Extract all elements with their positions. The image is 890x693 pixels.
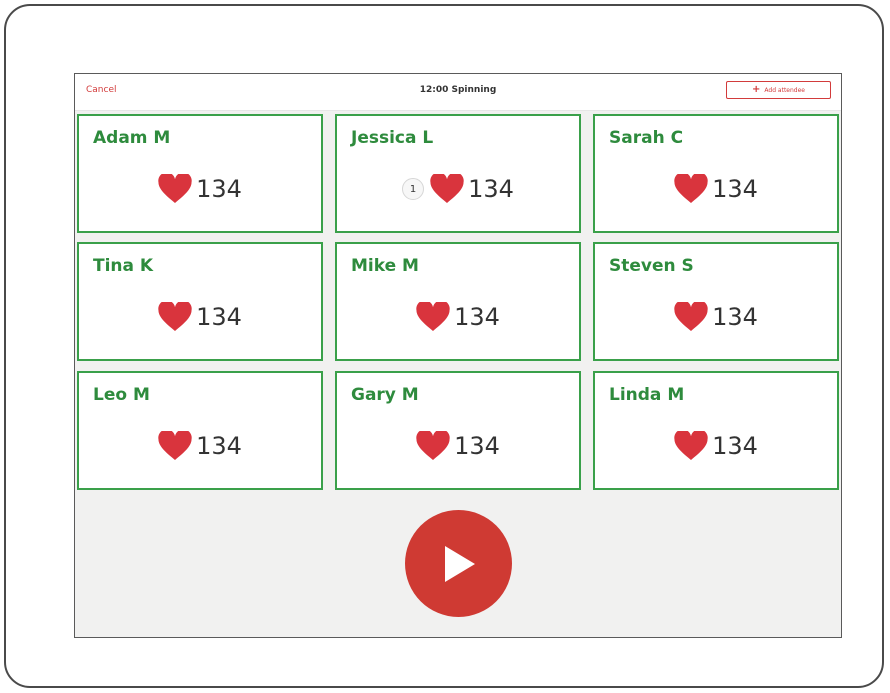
attendee-name: Jessica L	[351, 128, 434, 148]
heart-icon	[158, 174, 192, 203]
heart-rate-value: 134	[712, 175, 758, 203]
add-attendee-label: Add attendee	[764, 86, 805, 94]
heart-rate: 134	[337, 302, 579, 332]
attendee-card[interactable]: Leo M 134	[77, 371, 323, 490]
tablet-frame: Cancel 12:00 Spinning + Add attendee Ada…	[4, 4, 884, 688]
heart-rate-value: 134	[468, 175, 514, 203]
heart-rate: 1 134	[337, 174, 579, 204]
heart-rate: 134	[79, 431, 321, 461]
play-icon	[444, 545, 475, 582]
attendee-name: Gary M	[351, 385, 419, 405]
heart-icon	[674, 174, 708, 203]
attendee-card[interactable]: Tina K 134	[77, 242, 323, 361]
heart-icon	[674, 431, 708, 460]
attendee-name: Adam M	[93, 128, 171, 148]
attendee-card[interactable]: Gary M 134	[335, 371, 581, 490]
heart-icon	[416, 431, 450, 460]
heart-icon	[430, 174, 464, 203]
attendee-name: Linda M	[609, 385, 685, 405]
attendee-card[interactable]: Sarah C 134	[593, 114, 839, 233]
play-button[interactable]	[405, 510, 512, 617]
heart-icon	[674, 302, 708, 331]
add-attendee-button[interactable]: + Add attendee	[726, 81, 831, 99]
top-bar: Cancel 12:00 Spinning + Add attendee	[75, 74, 841, 111]
heart-rate: 134	[595, 174, 837, 204]
heart-icon	[158, 431, 192, 460]
heart-rate: 134	[79, 302, 321, 332]
heart-rate-value: 134	[196, 432, 242, 460]
attendee-name: Sarah C	[609, 128, 684, 148]
attendee-card[interactable]: Linda M 134	[593, 371, 839, 490]
heart-rate: 134	[337, 431, 579, 461]
attendee-name: Leo M	[93, 385, 150, 405]
heart-rate-value: 134	[712, 432, 758, 460]
heart-rate-value: 134	[196, 303, 242, 331]
heart-icon	[158, 302, 192, 331]
attendee-name: Steven S	[609, 256, 694, 276]
attendee-card[interactable]: Steven S 134	[593, 242, 839, 361]
heart-rate-value: 134	[454, 432, 500, 460]
attendee-card[interactable]: Adam M 134	[77, 114, 323, 233]
heart-rate: 134	[595, 302, 837, 332]
attendee-grid: Adam M 134 Jessica L 1 134 Sarah C 134 T…	[77, 114, 841, 492]
heart-rate-value: 134	[712, 303, 758, 331]
attendee-name: Mike M	[351, 256, 419, 276]
attendee-name: Tina K	[93, 256, 154, 276]
heart-icon	[416, 302, 450, 331]
attendee-card[interactable]: Mike M 134	[335, 242, 581, 361]
heart-rate-value: 134	[454, 303, 500, 331]
attendee-card[interactable]: Jessica L 1 134	[335, 114, 581, 233]
heart-rate-value: 134	[196, 175, 242, 203]
app-screen: Cancel 12:00 Spinning + Add attendee Ada…	[74, 73, 842, 638]
heart-rate: 134	[79, 174, 321, 204]
plus-icon: +	[752, 84, 761, 95]
position-badge: 1	[402, 178, 425, 200]
heart-rate: 134	[595, 431, 837, 461]
